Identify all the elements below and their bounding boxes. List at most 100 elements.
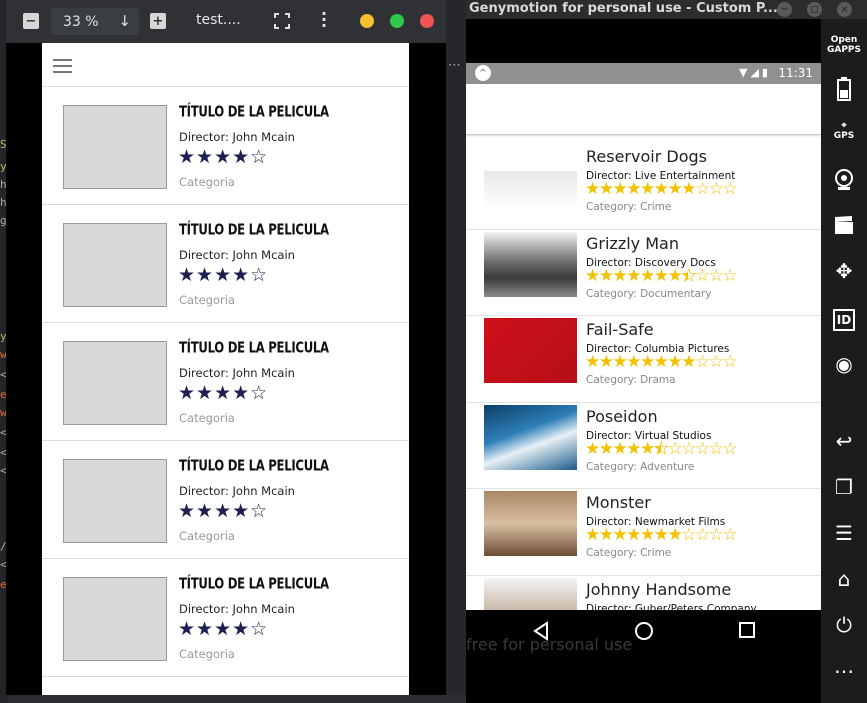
movie-director: Director: John Mcain bbox=[179, 366, 295, 380]
preview-list-item[interactable]: TÍTULO DE LA PELICULA Director: John Mcai… bbox=[42, 205, 409, 323]
rating-stars: ★★★★★★★★☆☆☆ bbox=[585, 265, 738, 286]
movie-category: Category: Documentary bbox=[586, 287, 712, 300]
status-time: 11:31 bbox=[778, 66, 813, 80]
maximize-dot[interactable] bbox=[390, 14, 404, 28]
geny-close-button[interactable]: × bbox=[837, 2, 852, 17]
star-filled-icon: ★ bbox=[612, 352, 628, 372]
notification-icon: ^ bbox=[475, 65, 491, 81]
star-filled-icon: ★ bbox=[585, 352, 600, 372]
clapperboard-icon[interactable] bbox=[834, 215, 854, 235]
movie-title: TÍTULO DE LA PELICULA bbox=[179, 340, 329, 358]
preview-toolbar: − 33 % ↓ + test.... · · · bbox=[6, 0, 446, 43]
rating-stars: ★★★★☆ bbox=[178, 264, 269, 286]
preview-app: TÍTULO DE LA PELICULA Director: John Mcai… bbox=[42, 43, 409, 695]
desktop: S y h h g y w < e w < < < / < e − 33 % ↓… bbox=[0, 0, 867, 703]
star-filled-icon: ★ bbox=[626, 525, 641, 545]
movie-list-item[interactable]: Johnny Handsome Director: Guber/Peters Co… bbox=[466, 576, 821, 611]
id-icon[interactable]: ID bbox=[833, 309, 855, 331]
preview-list-item[interactable]: TÍTULO DE LA PELICULA Director: John Mcai… bbox=[42, 441, 409, 559]
close-dot[interactable] bbox=[420, 14, 434, 28]
thumbnail-placeholder bbox=[63, 577, 167, 661]
movie-category: Category: Adventure bbox=[586, 460, 695, 473]
movie-title: Poseidon bbox=[586, 406, 658, 426]
preview-list-item[interactable]: TÍTULO DE LA PELICULA Director: John Mcai… bbox=[42, 87, 409, 205]
fullscreen-icon[interactable] bbox=[274, 13, 290, 29]
movie-poster bbox=[484, 404, 577, 470]
watermark-text: free for personal use bbox=[466, 635, 633, 654]
opengapps-icon[interactable]: Open GAPPS bbox=[821, 35, 867, 55]
movie-title: Reservoir Dogs bbox=[586, 147, 707, 166]
webcam-icon[interactable] bbox=[834, 169, 854, 191]
thumbnail-placeholder bbox=[63, 459, 167, 543]
star-filled-icon: ★ bbox=[640, 265, 655, 286]
movie-poster bbox=[484, 231, 577, 297]
overflow-icon: ⋯ bbox=[448, 58, 461, 73]
movie-poster bbox=[484, 491, 577, 556]
recent-apps-icon[interactable]: ❐ bbox=[821, 475, 867, 499]
movie-title: TÍTULO DE LA PELICULA bbox=[179, 576, 329, 594]
more-icon[interactable]: ⋯ bbox=[821, 659, 867, 683]
home-icon[interactable]: ⌂ bbox=[821, 567, 867, 591]
hamburger-icon[interactable] bbox=[53, 59, 72, 73]
preview-list-item[interactable]: TÍTULO DE LA PELICULA Director: John Mcai… bbox=[42, 323, 409, 441]
star-filled-icon: ★ bbox=[667, 179, 683, 199]
preview-header bbox=[42, 43, 409, 87]
rating-stars: ★★★★☆ bbox=[178, 500, 269, 522]
star-filled-icon: ★ bbox=[612, 525, 628, 545]
window-gap: ⋯ bbox=[446, 0, 466, 695]
movie-list-item[interactable]: Poseidon Director: Virtual Studios ★★★★★★☆… bbox=[466, 403, 821, 489]
star-empty-icon: ☆ bbox=[708, 525, 724, 545]
power-icon[interactable]: ⏻ bbox=[821, 613, 867, 637]
rating-stars: ★★★★★★☆☆☆☆☆ bbox=[585, 438, 738, 459]
rating-stars: ★★★★★★★☆☆☆☆ bbox=[585, 525, 738, 545]
movie-director: Director: John Mcain bbox=[179, 248, 295, 262]
more-options-icon[interactable]: · · · bbox=[321, 6, 327, 34]
star-half-icon: ★ bbox=[681, 265, 697, 286]
movie-director: Director: Guber/Peters Company bbox=[586, 602, 757, 611]
menu-icon[interactable]: ☰ bbox=[821, 521, 867, 545]
rating-stars: ★★★★★★★★☆☆☆ bbox=[585, 179, 738, 199]
geny-maximize-button[interactable]: ◻ bbox=[807, 2, 822, 17]
movie-title: Grizzly Man bbox=[586, 233, 679, 253]
download-icon[interactable]: ↓ bbox=[118, 12, 131, 30]
zoom-level[interactable]: 33 % ↓ bbox=[51, 8, 139, 35]
genymotion-sidebar: Open GAPPS ⌖ GPS ✥ ID ◉ ↩ ❐ ☰ ⌂ ⏻ ⋯ bbox=[821, 19, 867, 703]
movie-list-item[interactable]: Fail-Safe Director: Columbia Pictures ★★★★… bbox=[466, 316, 821, 403]
back-icon[interactable]: ↩ bbox=[821, 429, 867, 453]
star-filled-icon: ★ bbox=[598, 525, 614, 545]
movie-list-item[interactable]: Reservoir Dogs Director: Live Entertainme… bbox=[466, 143, 821, 230]
rating-stars: ★★★★☆ bbox=[178, 382, 269, 404]
star-empty-icon: ☆ bbox=[695, 525, 710, 545]
movie-title: TÍTULO DE LA PELICULA bbox=[179, 104, 329, 122]
nav-recents-icon[interactable] bbox=[738, 621, 756, 639]
zoom-in-button[interactable]: + bbox=[150, 13, 166, 29]
movie-director: Director: John Mcain bbox=[179, 130, 295, 144]
star-empty-icon: ☆ bbox=[695, 265, 710, 286]
star-filled-icon: ★ bbox=[640, 438, 655, 459]
star-filled-icon: ★ bbox=[681, 352, 696, 372]
movie-list[interactable]: Reservoir Dogs Director: Live Entertainme… bbox=[466, 143, 821, 610]
movie-list-item[interactable]: Grizzly Man Director: Discovery Docs ★★★★★… bbox=[466, 230, 821, 316]
move-icon[interactable]: ✥ bbox=[821, 259, 867, 283]
nav-home-icon[interactable] bbox=[634, 621, 654, 641]
star-filled-icon: ★ bbox=[653, 352, 669, 372]
gps-icon[interactable]: ⌖ GPS bbox=[821, 121, 867, 141]
movie-title: TÍTULO DE LA PELICULA bbox=[179, 222, 329, 240]
star-empty-icon: ☆ bbox=[708, 179, 724, 199]
star-filled-icon: ★ bbox=[612, 265, 628, 286]
rating-stars: ★★★★☆ bbox=[178, 618, 269, 640]
geny-minimize-button[interactable]: − bbox=[777, 2, 792, 17]
preview-list-item[interactable]: TÍTULO DE LA PELICULA Director: John Mcai… bbox=[42, 559, 409, 677]
minimize-dot[interactable] bbox=[360, 14, 374, 28]
preview-list: TÍTULO DE LA PELICULA Director: John Mcai… bbox=[42, 87, 409, 677]
movie-director: Director: John Mcain bbox=[179, 484, 295, 498]
movie-list-item[interactable]: Monster Director: Newmarket Films ★★★★★★★☆… bbox=[466, 489, 821, 576]
status-icons: ▼◢▮ bbox=[739, 66, 771, 79]
battery-icon[interactable] bbox=[837, 77, 851, 101]
movie-poster bbox=[484, 577, 577, 610]
star-half-icon: ★ bbox=[653, 438, 669, 459]
zoom-out-button[interactable]: − bbox=[23, 13, 39, 29]
movie-title: TÍTULO DE LA PELICULA bbox=[179, 458, 329, 476]
disk-icon[interactable]: ◉ bbox=[821, 352, 867, 376]
star-empty-icon: ☆ bbox=[695, 179, 710, 199]
